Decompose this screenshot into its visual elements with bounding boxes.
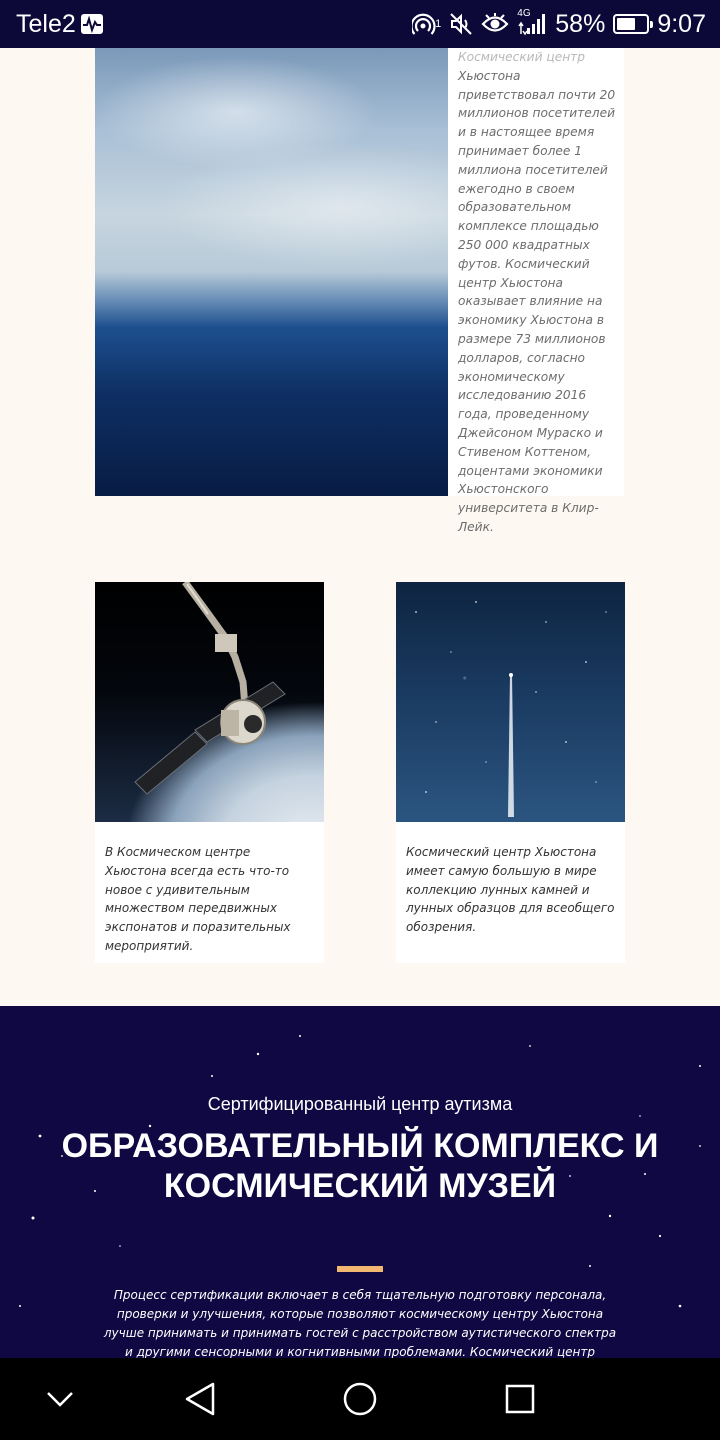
spacecraft-image	[95, 582, 324, 822]
autism-paragraph: Процесс сертификации включает в себя тща…	[103, 1288, 617, 1358]
signal-icon: 4G	[517, 8, 547, 36]
feature-paragraph: Космический центр Хьюстона приветствовал…	[458, 48, 618, 537]
status-bar: Tele2 1 4G 58% 9:07	[0, 0, 720, 48]
card-spacecraft: В Космическом центре Хьюстона всегда ест…	[95, 582, 324, 963]
clock: 9:07	[657, 9, 706, 38]
rocket-launch-image	[396, 582, 625, 822]
carrier-label: Tele2	[16, 9, 76, 38]
chevron-down-icon[interactable]	[30, 1375, 90, 1423]
card-rocket: Космический центр Хьюстона имеет самую б…	[396, 582, 625, 963]
status-right: 1 4G 58% 9:07	[412, 8, 706, 39]
back-icon[interactable]	[170, 1375, 230, 1423]
activity-icon	[80, 13, 104, 35]
feature-card: Космический центр Хьюстона приветствовал…	[95, 48, 624, 534]
network-label: 4G	[517, 8, 531, 19]
battery-icon	[613, 14, 654, 34]
hotspot-badge: 1	[435, 18, 442, 30]
recents-icon[interactable]	[490, 1375, 550, 1423]
autism-section: Сертифицированный центр аутизма ОБРАЗОВА…	[0, 1006, 720, 1358]
autism-subtitle: Сертифицированный центр аутизма	[207, 1094, 513, 1114]
accent-divider	[337, 1266, 383, 1272]
battery-percent: 58%	[555, 9, 606, 38]
card-rocket-text: Космический центр Хьюстона имеет самую б…	[406, 845, 615, 935]
earth-from-orbit-image	[95, 48, 448, 496]
navigation-bar	[0, 1358, 720, 1440]
home-icon[interactable]	[330, 1375, 390, 1423]
card-spacecraft-text: В Космическом центре Хьюстона всегда ест…	[105, 845, 291, 953]
status-left: Tele2	[16, 10, 104, 39]
feature-paragraph-body: Хьюстона приветствовал почти 20 миллионо…	[458, 68, 616, 534]
page-content[interactable]: Космический центр Хьюстона приветствовал…	[0, 48, 720, 1358]
feature-paragraph-faded: Космический центр	[458, 50, 585, 64]
mute-icon	[449, 12, 473, 36]
autism-title: ОБРАЗОВАТЕЛЬНЫЙ КОМПЛЕКС И КОСМИЧЕСКИЙ М…	[61, 1127, 659, 1205]
eye-icon	[481, 13, 509, 35]
hotspot-icon: 1	[412, 12, 441, 36]
